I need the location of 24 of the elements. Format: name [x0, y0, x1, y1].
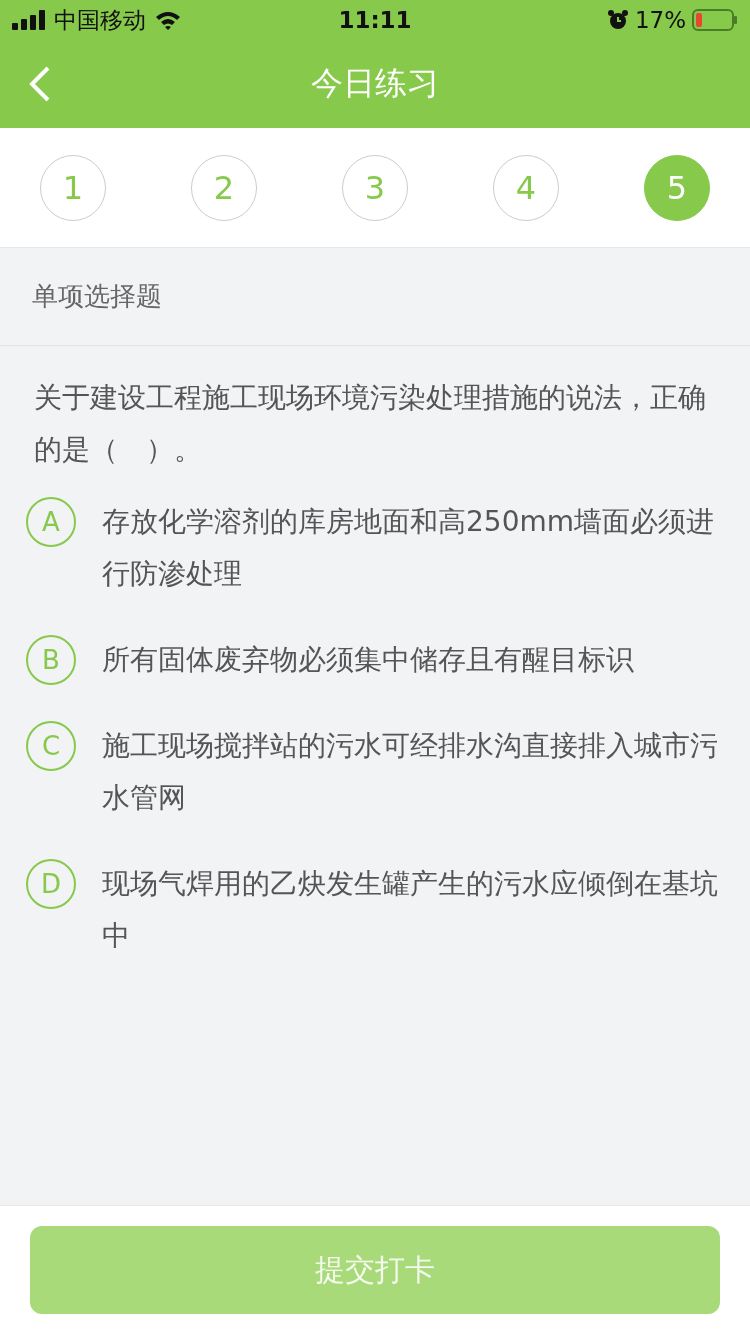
- option-text[interactable]: 存放化学溶剂的库房地面和高250mm墙面必须进行防渗处理: [102, 496, 726, 600]
- option-letter[interactable]: A: [26, 497, 76, 547]
- wifi-icon: [154, 10, 182, 30]
- battery-percent: 17%: [634, 7, 686, 33]
- question-type: 单项选择题: [0, 248, 750, 346]
- question-text: 关于建设工程施工现场环境污染处理措施的说法，正确的是（ ）。: [33, 380, 707, 468]
- battery-icon: [692, 9, 738, 31]
- option-text[interactable]: 所有固体废弃物必须集中储存且有醒目标识: [102, 634, 634, 686]
- alarm-icon: [606, 9, 629, 31]
- question-number[interactable]: 2: [191, 154, 257, 221]
- option-letter[interactable]: C: [26, 721, 76, 771]
- back-icon[interactable]: [28, 66, 52, 102]
- page-title: 今日练习: [311, 63, 439, 104]
- option-text[interactable]: 施工现场搅拌站的污水可经排水沟直接排入城市污水管网: [102, 720, 726, 824]
- carrier-name: 中国移动: [54, 5, 146, 35]
- question-number[interactable]: 3: [342, 154, 408, 221]
- option-letter[interactable]: B: [26, 635, 76, 685]
- question-number[interactable]: 1: [40, 154, 106, 221]
- option-letter[interactable]: D: [26, 859, 76, 909]
- question-number[interactable]: 4: [493, 154, 559, 221]
- option-text[interactable]: 现场气焊用的乙炔发生罐产生的污水应倾倒在基坑中: [102, 858, 726, 962]
- signal-icon: [12, 10, 46, 30]
- question-number[interactable]: 5: [644, 154, 710, 221]
- clock-time: 11:11: [338, 7, 412, 33]
